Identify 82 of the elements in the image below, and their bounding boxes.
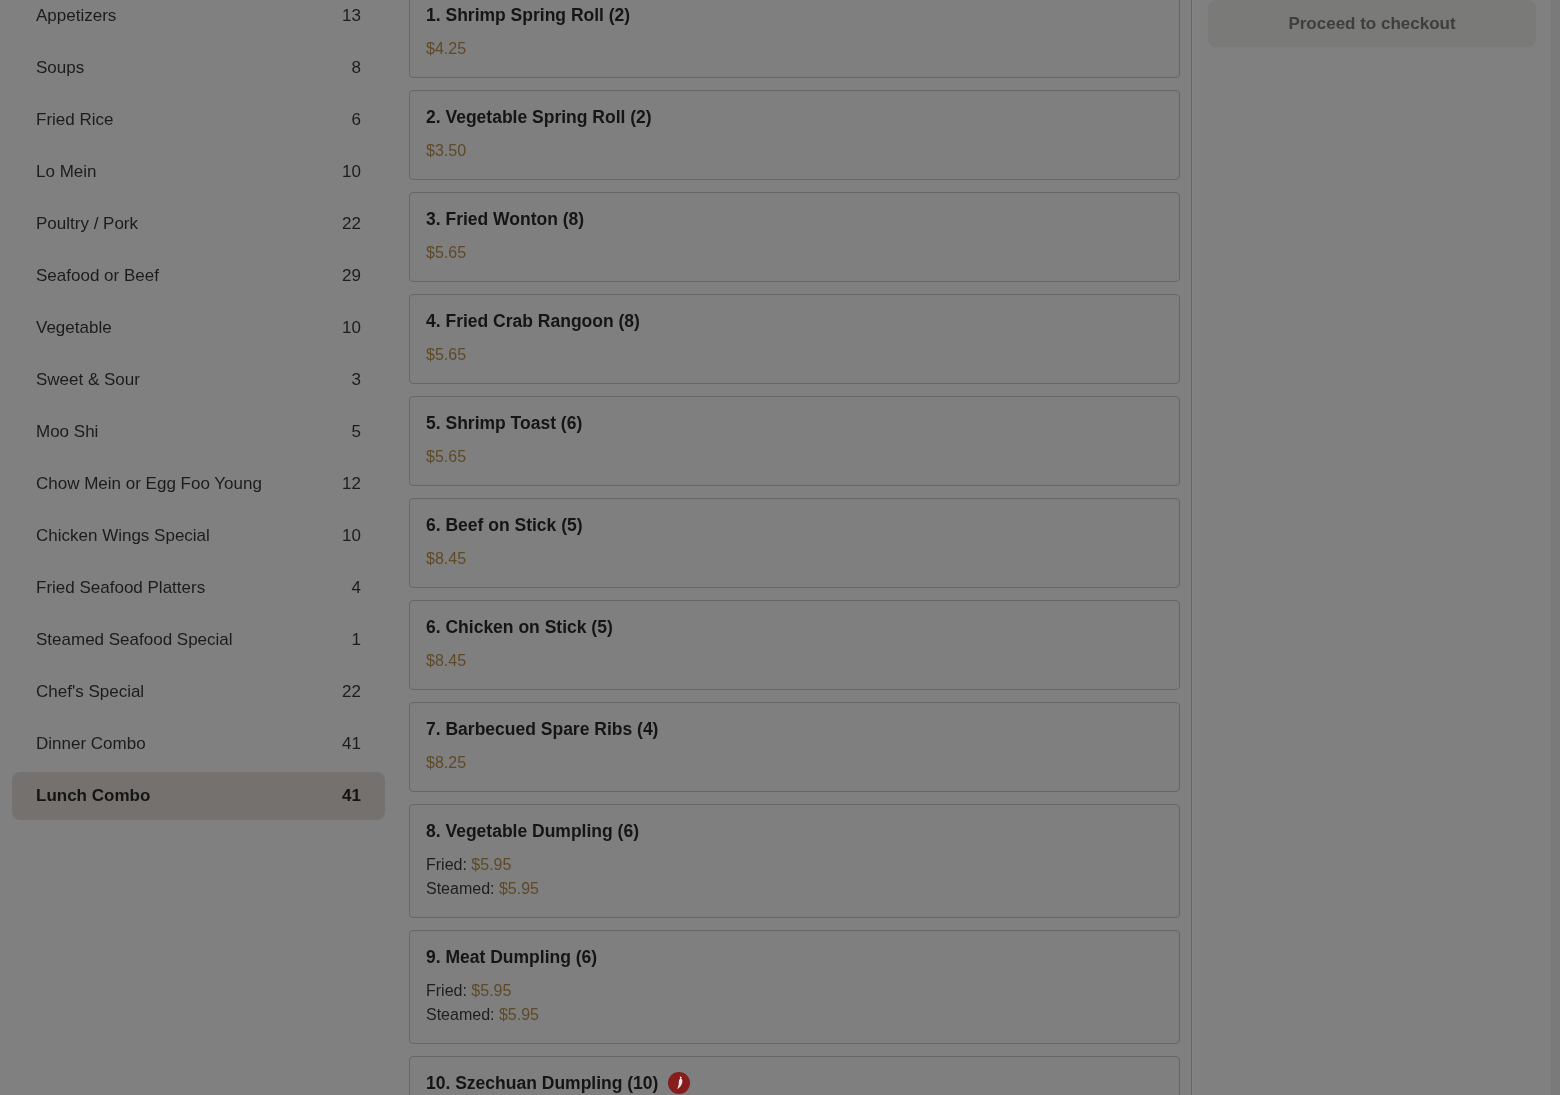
menu-item-card[interactable]: 9. Meat Dumpling (6) Fried: $5.95 Steamed: $5.95 (409, 930, 1180, 1044)
menu-item-card[interactable]: 6. Chicken on Stick (5) $8.45 (409, 600, 1180, 690)
menu-item-title: 1. Shrimp Spring Roll (2) (426, 4, 631, 26)
category-count: 1 (351, 630, 361, 650)
category-count: 10 (342, 318, 361, 338)
price-line: Fried: $5.95 (426, 856, 512, 873)
category-count: 29 (342, 266, 361, 286)
category-name: Dinner Combo (36, 734, 146, 754)
menu-item-title: 2. Vegetable Spring Roll (2) (426, 106, 652, 128)
category-item[interactable]: Soups 8 (12, 44, 385, 92)
category-name: Lunch Combo (36, 786, 151, 806)
menu-item-title: 6. Chicken on Stick (5) (426, 616, 613, 638)
item-price: $5.65 (426, 346, 467, 363)
category-item[interactable]: Steamed Seafood Special 1 (12, 616, 385, 664)
category-count: 12 (342, 474, 361, 494)
category-count: 10 (342, 526, 361, 546)
category-item[interactable]: Chow Mein or Egg Foo Young 12 (12, 460, 385, 508)
category-name: Steamed Seafood Special (36, 630, 233, 650)
menu-item-title: 3. Fried Wonton (8) (426, 208, 585, 230)
category-item[interactable]: Lunch Combo 41 (12, 772, 385, 820)
category-item[interactable]: Sweet & Sour 3 (12, 356, 385, 404)
category-item[interactable]: Chef's Special 22 (12, 668, 385, 716)
menu-item-title: 5. Shrimp Toast (6) (426, 412, 583, 434)
item-price: $5.65 (426, 244, 467, 261)
menu-item-title: 6. Beef on Stick (5) (426, 514, 583, 536)
category-item[interactable]: Appetizers 13 (12, 0, 385, 40)
category-name: Chef's Special (36, 682, 145, 702)
price-line: Fried: $5.95 (426, 982, 512, 999)
menu-item-card[interactable]: 7. Barbecued Spare Ribs (4) $8.25 (409, 702, 1180, 792)
menu-item-card[interactable]: 5. Shrimp Toast (6) $5.65 (409, 396, 1180, 486)
category-name: Chicken Wings Special (36, 526, 210, 546)
menu-item-title: 7. Barbecued Spare Ribs (4) (426, 718, 659, 740)
category-name: Vegetable (36, 318, 112, 338)
category-count: 22 (342, 214, 361, 234)
item-price: $8.45 (426, 550, 467, 567)
category-name: Fried Seafood Platters (36, 578, 206, 598)
category-name: Moo Shi (36, 422, 99, 442)
category-name: Fried Rice (36, 110, 114, 130)
category-count: 10 (342, 162, 361, 182)
item-price: $8.25 (426, 754, 467, 771)
menu-item-card[interactable]: 6. Beef on Stick (5) $8.45 (409, 498, 1180, 588)
category-name: Poultry / Pork (36, 214, 139, 234)
category-name: Soups (36, 58, 85, 78)
category-name: Appetizers (36, 6, 117, 26)
category-item[interactable]: Poultry / Pork 22 (12, 200, 385, 248)
item-price: $5.65 (426, 448, 467, 465)
item-price: $8.45 (426, 652, 467, 669)
category-count: 5 (351, 422, 361, 442)
category-item[interactable]: Lo Mein 10 (12, 148, 385, 196)
menu-item-card[interactable]: 10. Szechuan Dumpling (10) (409, 1056, 1180, 1095)
menu-item-title: 10. Szechuan Dumpling (10) (426, 1072, 659, 1094)
menu-item-card[interactable]: 4. Fried Crab Rangoon (8) $5.65 (409, 294, 1180, 384)
category-name: Chow Mein or Egg Foo Young (36, 474, 262, 494)
menu-item-card[interactable]: 8. Vegetable Dumpling (6) Fried: $5.95 Steamed: $5.95 (409, 804, 1180, 918)
category-count: 8 (351, 58, 361, 78)
category-item[interactable]: Moo Shi 5 (12, 408, 385, 456)
category-count: 41 (342, 734, 361, 754)
menu-item-title: 9. Meat Dumpling (6) (426, 946, 598, 968)
category-name: Sweet & Sour (36, 370, 140, 390)
category-count: 41 (342, 786, 361, 806)
item-price: $4.25 (426, 40, 467, 57)
category-name: Seafood or Beef (36, 266, 159, 286)
menu-item-card[interactable]: 1. Shrimp Spring Roll (2) $4.25 (409, 0, 1180, 78)
item-price: $3.50 (426, 142, 467, 159)
menu-item-title: 4. Fried Crab Rangoon (8) (426, 310, 640, 332)
category-count: 4 (351, 578, 361, 598)
category-name: Lo Mein (36, 162, 97, 182)
category-count: 3 (351, 370, 361, 390)
price-line: Steamed: $5.95 (426, 1006, 539, 1023)
category-item[interactable]: Dinner Combo 41 (12, 720, 385, 768)
price-line: Steamed: $5.95 (426, 880, 539, 897)
category-count: 6 (351, 110, 361, 130)
menu-item-card[interactable]: 2. Vegetable Spring Roll (2) $3.50 (409, 90, 1180, 180)
category-count: 22 (342, 682, 361, 702)
category-item[interactable]: Chicken Wings Special 10 (12, 512, 385, 560)
category-item[interactable]: Seafood or Beef 29 (12, 252, 385, 300)
category-count: 13 (342, 6, 361, 26)
category-item[interactable]: Fried Rice 6 (12, 96, 385, 144)
category-item[interactable]: Vegetable 10 (12, 304, 385, 352)
category-item[interactable]: Fried Seafood Platters 4 (12, 564, 385, 612)
menu-item-title: 8. Vegetable Dumpling (6) (426, 820, 639, 842)
menu-item-card[interactable]: 3. Fried Wonton (8) $5.65 (409, 192, 1180, 282)
